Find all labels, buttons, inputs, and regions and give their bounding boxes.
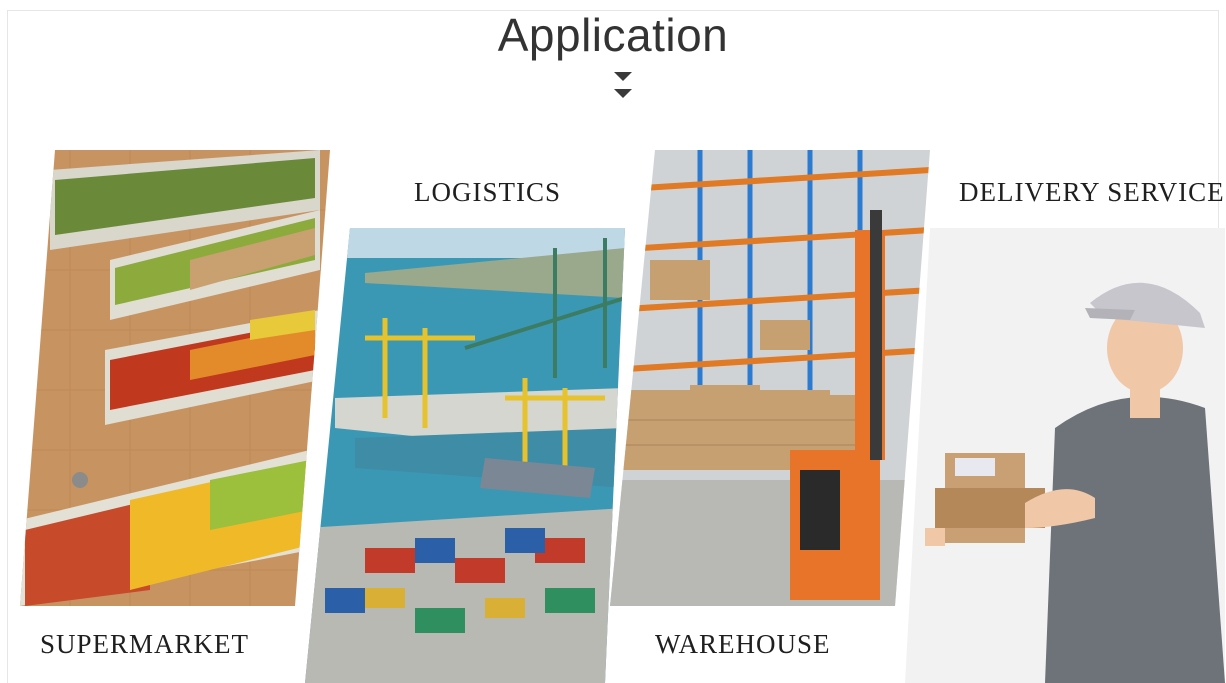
delivery-image [905, 228, 1225, 683]
category-label-warehouse: WAREHOUSE [655, 629, 831, 659]
category-label-logistics: LOGISTICS [414, 177, 562, 207]
category-label-supermarket: SUPERMARKET [40, 629, 250, 659]
section-title: Application [497, 9, 729, 61]
supermarket-image [10, 150, 330, 606]
category-label-delivery: DELIVERY SERVICE [959, 177, 1225, 207]
warehouse-image [610, 150, 930, 606]
double-chevron-down-icon [614, 72, 632, 102]
logistics-image [305, 228, 625, 683]
